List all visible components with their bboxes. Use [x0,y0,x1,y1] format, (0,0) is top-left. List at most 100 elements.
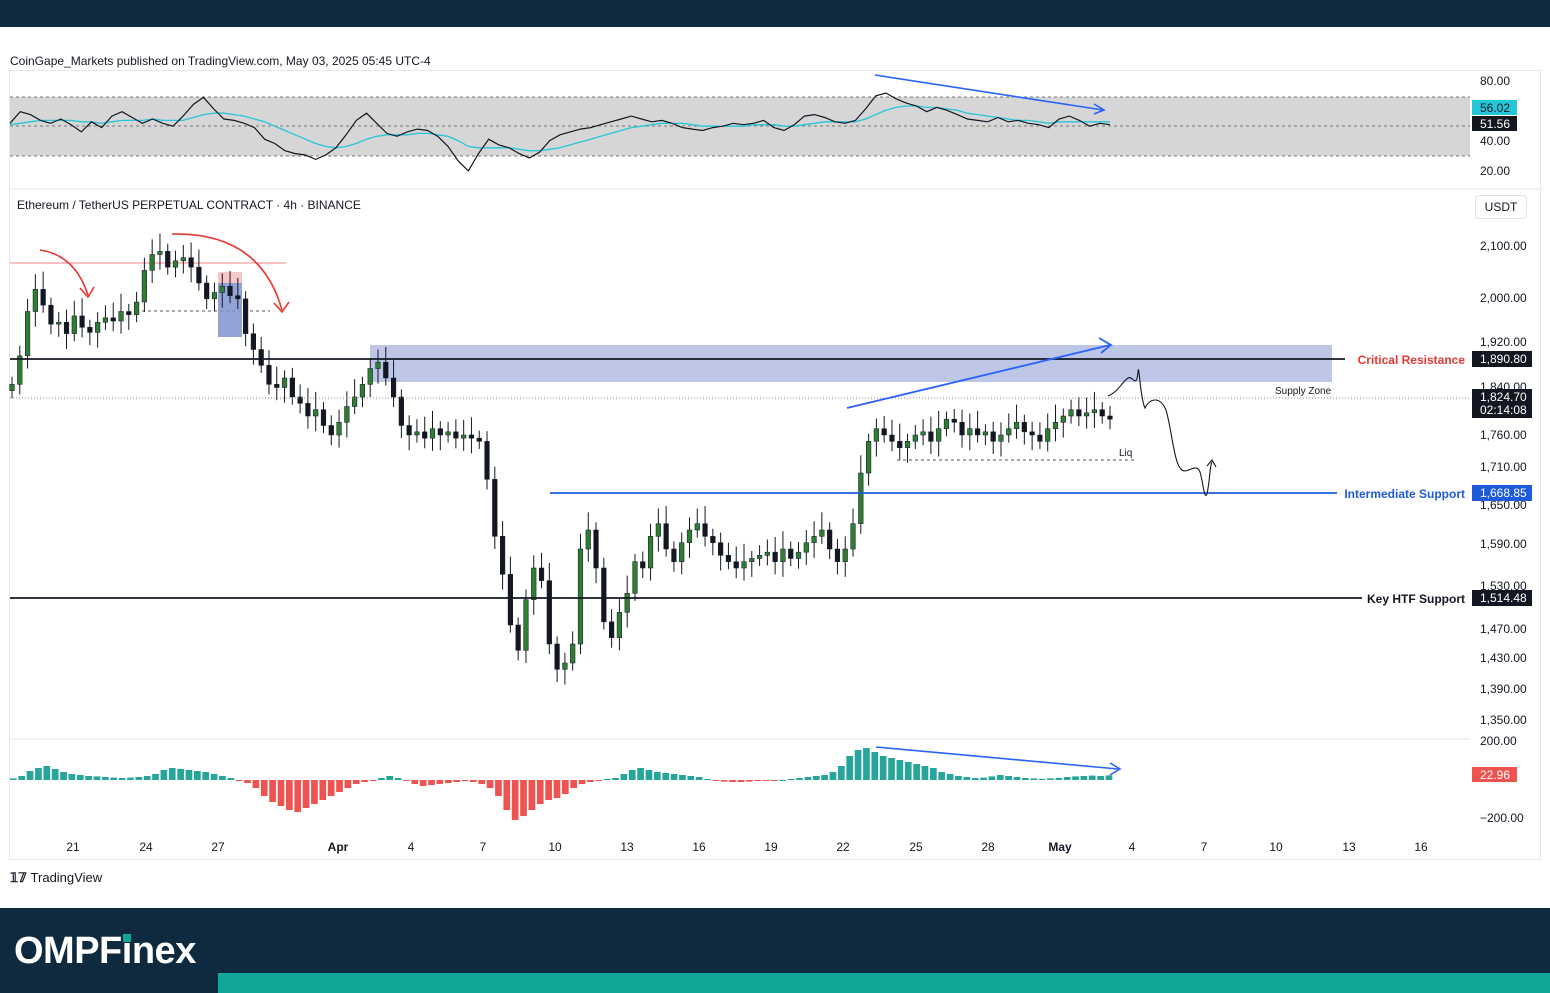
momentum-bar [160,770,168,780]
candle-body [803,542,809,553]
rsi-panel: 80.00 40.00 20.00 56.02 51.56 [9,74,1517,178]
candle-body [710,536,716,543]
momentum-bar [587,780,594,782]
candle-body [227,285,233,296]
momentum-bar [1030,778,1038,780]
momentum-bar [896,760,904,780]
time-tick: 22 [836,840,850,854]
momentum-bar [327,780,335,796]
candle-body [390,377,397,398]
candle-body [780,548,786,562]
candle-body [188,257,194,268]
momentum-bar [60,772,67,780]
ompfinex-logo: OMPFı nex [14,930,196,973]
momentum-bar [277,780,285,806]
time-tick: 21 [66,840,80,854]
candle-body [453,431,459,439]
current-price-countdown: 02:14:08 [1480,403,1527,417]
momentum-bar [528,780,536,810]
time-tick: 13 [620,840,634,854]
momentum-bar [695,777,703,780]
candle-body [1091,409,1098,414]
momentum-bar [294,780,302,812]
candle-body [352,396,358,407]
candle-body [671,548,677,562]
hist-tick-neg200: −200.00 [1480,811,1524,825]
momentum-bar [18,776,26,780]
candle-body [437,428,443,436]
momentum-bar [829,772,837,780]
candle-body [897,441,903,448]
momentum-bar [821,775,828,780]
momentum-bar [595,780,603,781]
candle-body [554,643,560,670]
momentum-bar [545,780,552,800]
currency-selector[interactable]: USDT [1475,195,1527,219]
candle-body [180,257,186,262]
candle-body [126,311,132,315]
candle-body [375,361,381,369]
candle-body [873,428,879,442]
time-tick: 13 [1342,840,1356,854]
rsi-tick-20: 20.00 [1480,164,1510,178]
candle-body [461,434,467,439]
candle-body [17,355,23,385]
candle-body [562,662,568,670]
momentum-bar [403,780,410,781]
momentum-bar [286,780,293,810]
momentum-bar [796,778,803,780]
time-tick: 19 [764,840,778,854]
candle-body [928,431,934,442]
momentum-bar [879,756,887,780]
candle-body [383,361,389,379]
momentum-bar [1080,776,1088,780]
momentum-bar [771,780,778,781]
momentum-bar [520,780,527,816]
time-tick: Apr [328,840,349,854]
candles-group [9,233,1113,685]
candle-body [967,428,973,436]
liq-label: Liq [1119,448,1132,459]
candle-body [663,523,669,550]
momentum-bar [127,777,134,780]
candle-body [313,409,319,417]
candle-body [827,529,833,550]
candle-body [1060,415,1066,423]
momentum-bar [662,773,670,780]
price-tick: 1,590.00 [1480,537,1527,551]
momentum-bar [51,769,59,780]
momentum-bar [996,775,1004,780]
momentum-bar [570,780,578,788]
momentum-bar [980,777,987,780]
momentum-bar [110,777,118,780]
current-price-value: 1,824.70 [1480,390,1527,404]
candle-body [484,441,490,480]
momentum-bar [963,777,971,780]
candle-body [71,315,77,334]
momentum-bar [495,780,502,796]
candle-body [328,425,334,436]
momentum-bar [628,770,636,780]
momentum-bar [687,776,695,780]
momentum-bar [946,774,954,780]
ompfinex-logo-i: ı [121,930,133,972]
momentum-bar [930,768,937,780]
chart-canvas[interactable]: 80.00 40.00 20.00 56.02 51.56 Ethereum /… [0,0,1550,993]
candle-body [320,409,327,426]
momentum-bar [612,778,619,780]
candle-body [616,612,622,638]
momentum-bar [227,778,235,780]
candle-body [702,523,708,537]
candle-body [149,254,155,271]
candle-body [274,384,280,388]
rsi-value: 51.56 [1480,117,1510,131]
candle-body [95,322,101,333]
time-tick: 24 [139,840,153,854]
momentum-bar [269,780,276,802]
candle-body [196,266,202,284]
momentum-bar [26,771,34,780]
momentum-bar [361,780,368,782]
momentum-bar [754,780,762,781]
momentum-bar [152,774,159,780]
candle-body [1107,415,1113,420]
